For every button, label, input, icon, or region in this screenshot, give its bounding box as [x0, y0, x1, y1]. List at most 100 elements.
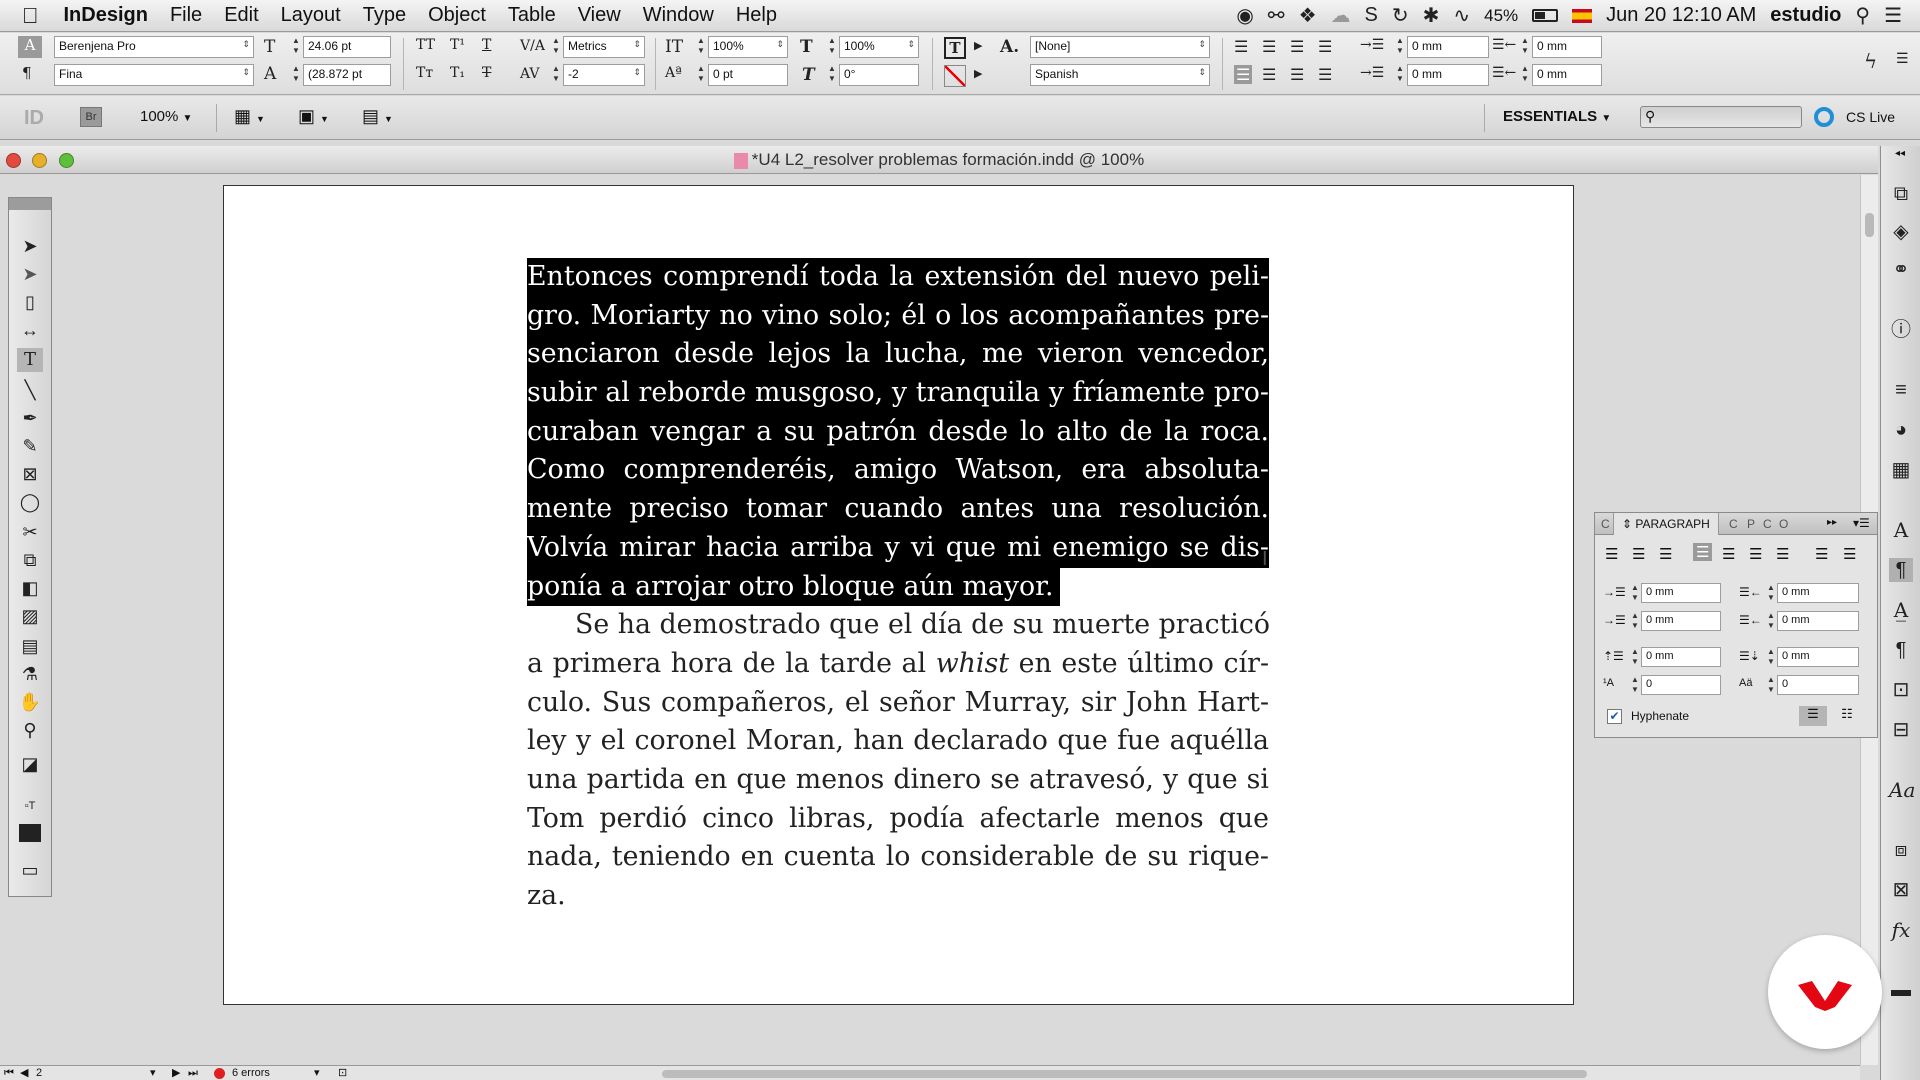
next-page-icon[interactable]: ▶: [172, 1066, 180, 1080]
gradient-feather-tool-icon[interactable]: ▨: [17, 604, 43, 628]
layers-panel-icon[interactable]: ◈: [1889, 220, 1913, 244]
note-tool-icon[interactable]: ▤: [17, 634, 43, 658]
text-frame[interactable]: Entonces comprendí toda la extensión del…: [527, 258, 1270, 916]
preflight-menu-icon[interactable]: ▾: [314, 1066, 320, 1080]
skew-field[interactable]: 0°: [839, 64, 919, 86]
menu-table[interactable]: Table: [497, 4, 567, 27]
align-panel-icon[interactable]: ⊠: [1889, 878, 1913, 902]
align-left-icon[interactable]: ☰: [1605, 545, 1618, 563]
panel-drop-chars-field[interactable]: 0: [1777, 675, 1859, 695]
page-number-field[interactable]: 2: [36, 1066, 42, 1080]
body-text-line[interactable]: za.: [527, 877, 1269, 916]
pencil-tool-icon[interactable]: ✎: [17, 434, 43, 458]
text-wrap-icon[interactable]: ⊡: [1889, 678, 1913, 702]
font-size-stepper[interactable]: ▲ ▼: [290, 36, 302, 58]
panel-space-before-field[interactable]: 0 mm: [1641, 647, 1721, 667]
ellipse-tool-icon[interactable]: ◯: [17, 490, 43, 514]
panel-menu-icon[interactable]: ☰: [1896, 51, 1909, 67]
hyphenate-checkbox[interactable]: ✔: [1607, 709, 1622, 724]
justify-all-icon[interactable]: ☰: [1693, 543, 1713, 561]
paragraph-mode-icon[interactable]: ¶: [22, 64, 32, 82]
selected-text-line-last[interactable]: ponía a arrojar otro bloque aún mayor.: [527, 567, 1269, 607]
horizontal-scrollbar-thumb[interactable]: [662, 1070, 1587, 1078]
justify-full-icon[interactable]: ☰: [1776, 545, 1789, 563]
page-select-icon[interactable]: ▾: [150, 1066, 156, 1080]
line-tool-icon[interactable]: ╲: [17, 378, 43, 402]
dropbox-icon[interactable]: ❖: [1299, 3, 1317, 28]
align-right-icon[interactable]: ☰: [1290, 37, 1304, 56]
body-text-line[interactable]: ley y el coronel Moran, han declarado qu…: [527, 722, 1269, 761]
close-window-button[interactable]: [6, 153, 21, 168]
dock-collapse-icon[interactable]: ◂◂: [1895, 148, 1905, 159]
align-right-icon[interactable]: ☰: [1659, 545, 1672, 563]
panel-tab-o[interactable]: O: [1779, 517, 1788, 531]
body-text-line[interactable]: Tom perdió cinco libras, podía afectarle…: [527, 800, 1269, 839]
scrollbar-thumb[interactable]: [1865, 213, 1874, 237]
right-indent-field[interactable]: 0 mm: [1532, 36, 1602, 58]
selected-text-line[interactable]: Entonces comprendí toda la extensión del…: [527, 258, 1269, 297]
justify-center-icon[interactable]: ☰: [1262, 65, 1276, 84]
drop-cap-lines-stepper[interactable]: ▲ ▼: [1629, 675, 1641, 697]
first-line-indent-stepper[interactable]: ▲ ▼: [1394, 64, 1406, 86]
links-panel-icon[interactable]: ⚭: [1889, 258, 1913, 282]
first-page-icon[interactable]: ⏮: [4, 1066, 14, 1080]
panel-tab-c3[interactable]: C: [1763, 517, 1772, 531]
align-away-spine-icon[interactable]: ☰: [1843, 545, 1856, 563]
selected-text-line[interactable]: Como comprenderéis, amigo Watson, era ab…: [527, 451, 1269, 491]
preflight-error-icon[interactable]: [214, 1068, 225, 1079]
hand-tool-icon[interactable]: ✋: [17, 690, 43, 714]
selected-text-line[interactable]: subir al reborde musgoso, y tranquila y …: [527, 374, 1269, 413]
panel-space-after-field[interactable]: 0 mm: [1777, 647, 1859, 667]
pen-tool-icon[interactable]: ✒: [17, 406, 43, 430]
type-tool-icon[interactable]: T: [17, 348, 43, 372]
zoom-tool-icon[interactable]: ⚲: [17, 718, 43, 742]
left-indent-stepper[interactable]: ▲ ▼: [1394, 36, 1406, 58]
formatting-affects-icon[interactable]: ▫T: [17, 794, 43, 818]
align-center-icon[interactable]: ☰: [1632, 545, 1645, 563]
cloud-icon[interactable]: ☁: [1331, 3, 1351, 28]
bridge-button[interactable]: Br: [80, 107, 102, 127]
justify-full-icon[interactable]: ☰: [1318, 65, 1332, 84]
selected-text-line[interactable]: curaban vengar a su patrón desde lo alto…: [527, 412, 1269, 452]
justify-left-icon[interactable]: ☰: [1318, 37, 1332, 56]
clock-datetime[interactable]: Jun 20 12:10 AM: [1606, 4, 1756, 27]
panel-right-indent-field[interactable]: 0 mm: [1777, 583, 1859, 603]
vertical-scale-field[interactable]: 100% ⇕: [708, 36, 788, 58]
object-styles-icon[interactable]: ⊟: [1889, 718, 1913, 742]
minimize-window-button[interactable]: [32, 153, 47, 168]
paragraph-panel-icon[interactable]: ¶: [1889, 558, 1913, 582]
font-size-field[interactable]: 24.06 pt: [303, 36, 391, 58]
normal-view-icon[interactable]: [19, 824, 41, 842]
right-indent-stepper[interactable]: ▲ ▼: [1519, 36, 1531, 58]
view-options-icon[interactable]: ▦ ▼: [234, 106, 265, 127]
free-transform-tool-icon[interactable]: ⧉: [17, 548, 43, 572]
stroke-none-icon[interactable]: [944, 65, 966, 87]
user-name[interactable]: estudio: [1770, 4, 1841, 27]
font-style-field[interactable]: Fina ⇕: [54, 64, 254, 86]
small-caps-icon[interactable]: Tт: [416, 65, 433, 81]
direct-selection-tool-icon[interactable]: ➤: [17, 262, 43, 286]
menu-window[interactable]: Window: [632, 4, 725, 27]
arrange-documents-icon[interactable]: ▤ ▼: [362, 106, 393, 127]
script-panel-icon[interactable]: fx: [1889, 918, 1913, 942]
align-towards-spine-icon[interactable]: ☰: [1815, 545, 1828, 563]
glyphs-panel-icon[interactable]: Aa: [1889, 778, 1915, 802]
body-text-line[interactable]: una partida en que menos dinero se atrav…: [527, 761, 1269, 800]
body-text-line[interactable]: culo. Sus compañeros, el señor Murray, s…: [527, 684, 1269, 723]
first-line-indent-stepper[interactable]: ▲ ▼: [1629, 611, 1641, 633]
body-text-line[interactable]: a primera hora de la tarde al whist en e…: [527, 645, 1269, 684]
play-arrow-icon[interactable]: ▶: [974, 39, 982, 52]
menu-file[interactable]: File: [159, 4, 213, 27]
subscript-icon[interactable]: T₁: [450, 65, 465, 81]
vertical-scale-stepper[interactable]: ▲ ▼: [695, 36, 707, 58]
body-text-line[interactable]: nada, teniendo en cuenta lo considerable…: [527, 838, 1269, 877]
selected-text-fragment[interactable]: ponía a arrojar otro bloque aún mayor.: [527, 567, 1060, 607]
cs-live-icon[interactable]: [1814, 107, 1834, 127]
workspace-switcher[interactable]: ESSENTIALS ▼: [1503, 108, 1611, 125]
tabs-panel-icon[interactable]: ▬: [1889, 978, 1913, 1002]
creative-cloud-icon[interactable]: ⚯: [1268, 3, 1285, 28]
search-input[interactable]: ⚲: [1640, 106, 1802, 128]
character-styles-icon[interactable]: A̲: [1889, 598, 1913, 622]
left-indent-stepper[interactable]: ▲ ▼: [1629, 583, 1641, 605]
wifi-icon[interactable]: ∿: [1453, 3, 1470, 28]
